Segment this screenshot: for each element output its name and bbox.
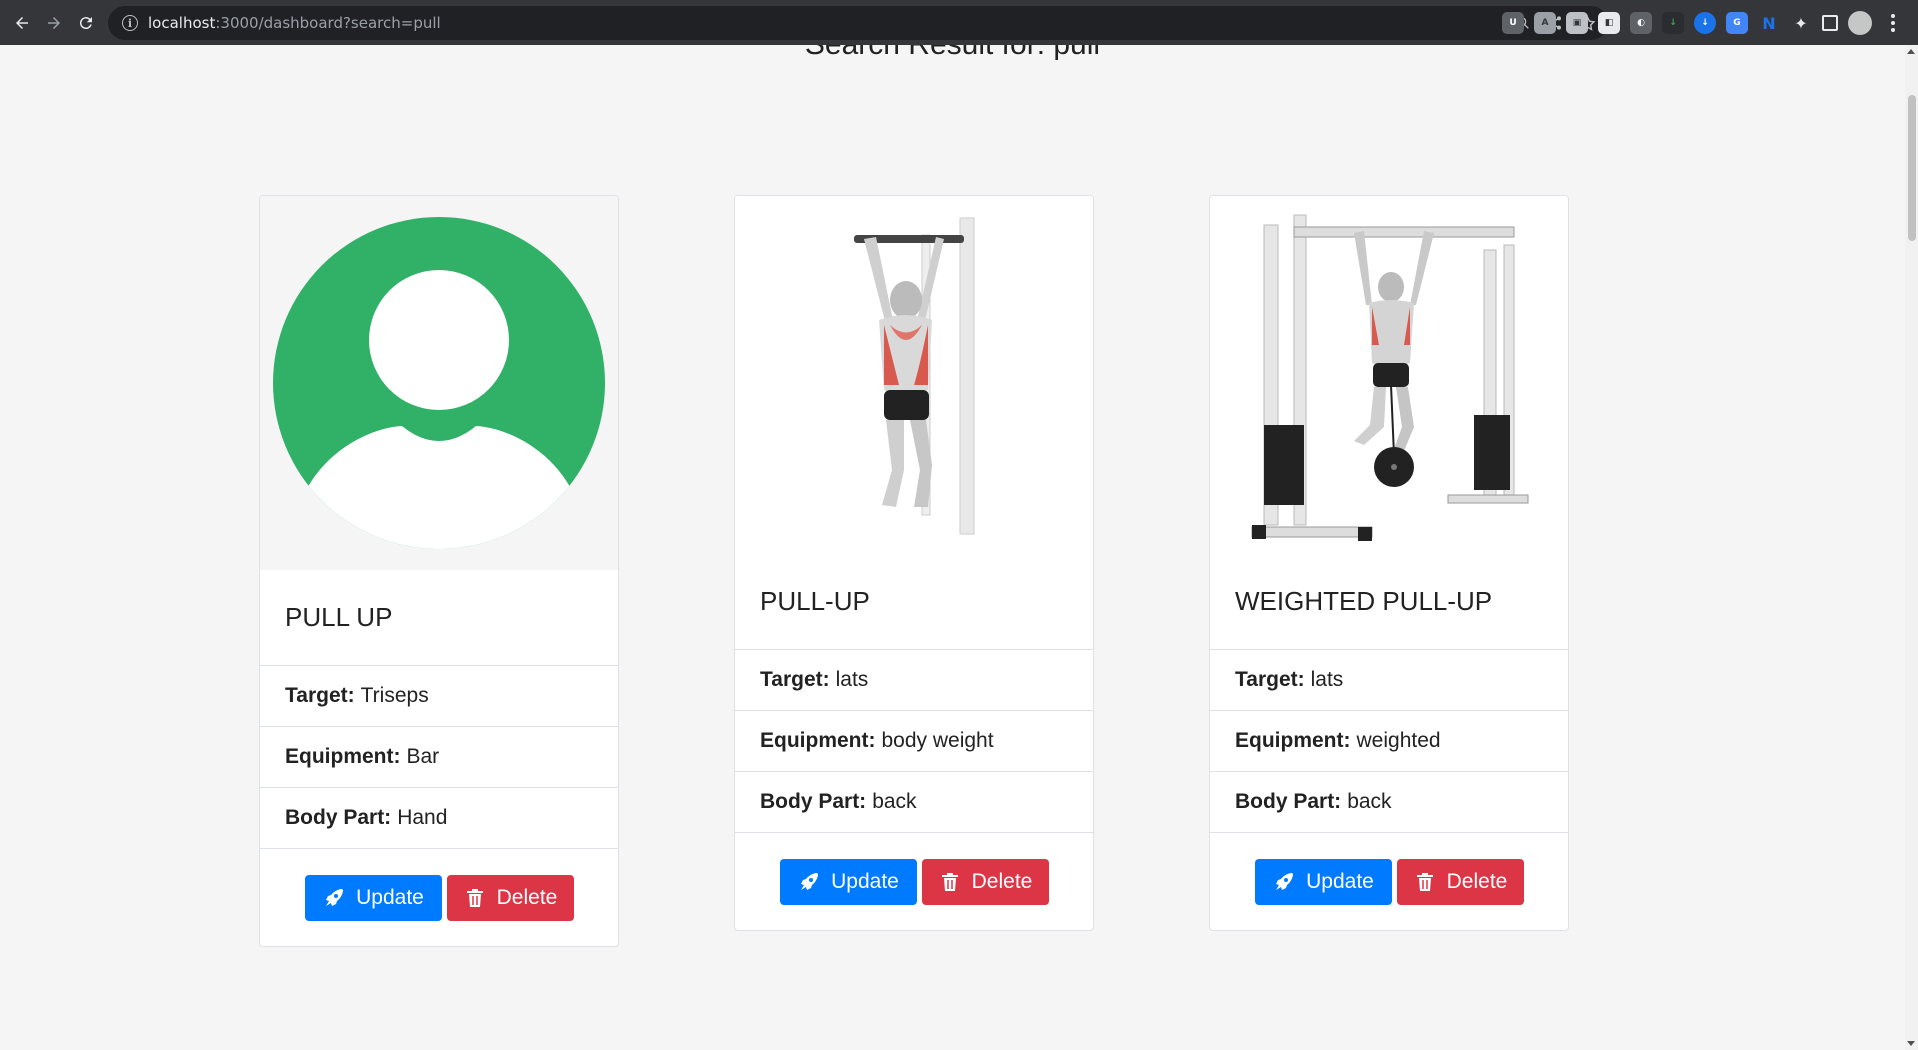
body-part-row: Body Part: Hand bbox=[260, 788, 618, 849]
update-label: Update bbox=[831, 869, 899, 893]
delete-button[interactable]: Delete bbox=[921, 858, 1049, 905]
page-content: Search Result for: pull PULL UP Target:T… bbox=[0, 45, 1918, 1050]
equipment-row: Equipment: weighted bbox=[1210, 711, 1568, 772]
target-label: Target: bbox=[1235, 668, 1305, 691]
pull-up-illustration bbox=[854, 217, 975, 535]
pen-icon bbox=[1276, 872, 1294, 890]
update-label: Update bbox=[1306, 869, 1374, 893]
target-value: lats bbox=[1310, 668, 1344, 691]
delete-button[interactable]: Delete bbox=[1396, 858, 1524, 905]
page-title: Search Result for: pull bbox=[0, 45, 1905, 62]
browser-toolbar: i localhost:3000/dashboard?search=pull U… bbox=[0, 0, 1918, 45]
target-value: lats bbox=[835, 668, 869, 691]
card-image bbox=[260, 196, 618, 570]
download-extension-icon[interactable]: ↓ bbox=[1662, 12, 1684, 34]
equipment-label: Equipment: bbox=[285, 745, 401, 768]
card-image bbox=[735, 196, 1093, 554]
update-button[interactable]: Update bbox=[1254, 858, 1392, 905]
forward-icon[interactable] bbox=[38, 7, 70, 39]
body-part-value: back bbox=[1347, 790, 1392, 813]
card-actions: Update Delete bbox=[260, 849, 618, 946]
pen-icon bbox=[801, 872, 819, 890]
download-manager-icon[interactable]: ↓ bbox=[1694, 12, 1716, 34]
delete-label: Delete bbox=[971, 869, 1033, 893]
trash-icon bbox=[941, 872, 958, 891]
body-part-value: Hand bbox=[397, 806, 448, 829]
url-host: localhost bbox=[148, 14, 216, 32]
update-button[interactable]: Update bbox=[779, 858, 917, 905]
exercise-card: PULL-UP Target: lats Equipment: body weigh… bbox=[734, 195, 1094, 931]
pen-icon bbox=[326, 888, 344, 906]
card-title: WEIGHTED PULL-UP bbox=[1210, 554, 1568, 650]
adblock-extension-icon[interactable]: A bbox=[1534, 12, 1556, 34]
trash-icon bbox=[466, 888, 483, 907]
scroll-up-arrow[interactable] bbox=[1907, 49, 1915, 54]
card-actions: Update Delete bbox=[735, 833, 1093, 930]
equipment-row: Equipment: body weight bbox=[735, 711, 1093, 772]
scroll-down-arrow[interactable] bbox=[1907, 1041, 1915, 1046]
body-part-label: Body Part: bbox=[285, 806, 392, 829]
back-icon[interactable] bbox=[6, 7, 38, 39]
target-label: Target: bbox=[760, 668, 830, 691]
card-title: PULL-UP bbox=[735, 554, 1093, 650]
equipment-row: Equipment: Bar bbox=[260, 727, 618, 788]
equipment-value: body weight bbox=[881, 729, 994, 752]
extension-icon[interactable]: ◐ bbox=[1630, 12, 1652, 34]
delete-button[interactable]: Delete bbox=[446, 874, 574, 921]
target-label: Target: bbox=[285, 684, 355, 707]
address-bar[interactable]: i localhost:3000/dashboard?search=pull bbox=[108, 6, 1608, 40]
exercise-card: WEIGHTED PULL-UP Target: lats Equipment: w… bbox=[1209, 195, 1569, 931]
vertical-scrollbar[interactable] bbox=[1905, 45, 1918, 1050]
delete-label: Delete bbox=[1446, 869, 1508, 893]
target-value: Triseps bbox=[360, 684, 429, 707]
url-path: :3000/dashboard?search=pull bbox=[215, 14, 441, 32]
equipment-value: weighted bbox=[1356, 729, 1441, 752]
equipment-label: Equipment: bbox=[760, 729, 876, 752]
card-title: PULL UP bbox=[260, 570, 618, 666]
translate-extension-icon[interactable]: G bbox=[1726, 12, 1748, 34]
card-actions: Update Delete bbox=[1210, 833, 1568, 930]
update-label: Update bbox=[356, 885, 424, 909]
trash-icon bbox=[1416, 872, 1433, 891]
body-part-row: Body Part: back bbox=[735, 772, 1093, 833]
target-row: Target: lats bbox=[1210, 650, 1568, 711]
side-panel-icon[interactable] bbox=[1822, 15, 1838, 31]
update-button[interactable]: Update bbox=[304, 874, 442, 921]
body-part-label: Body Part: bbox=[760, 790, 867, 813]
target-row: Target: lats bbox=[735, 650, 1093, 711]
weighted-pull-up-illustration bbox=[1251, 214, 1529, 541]
target-row: Target: Triseps bbox=[260, 666, 618, 727]
equipment-label: Equipment: bbox=[1235, 729, 1351, 752]
reload-icon[interactable] bbox=[70, 7, 102, 39]
card-image bbox=[1210, 196, 1568, 554]
extension-icon[interactable]: ▣ bbox=[1566, 12, 1588, 34]
body-part-label: Body Part: bbox=[1235, 790, 1342, 813]
scroll-thumb[interactable] bbox=[1908, 95, 1916, 241]
site-info-icon[interactable]: i bbox=[122, 15, 138, 31]
avatar-placeholder-icon bbox=[273, 217, 605, 549]
exercise-card: PULL UP Target: Triseps Equipment: Bar Bod… bbox=[259, 195, 619, 947]
puzzle-icon[interactable]: ✦ bbox=[1790, 12, 1812, 34]
body-part-value: back bbox=[872, 790, 917, 813]
body-part-row: Body Part: back bbox=[1210, 772, 1568, 833]
equipment-value: Bar bbox=[406, 745, 440, 768]
delete-label: Delete bbox=[496, 885, 558, 909]
extension-icon[interactable]: N bbox=[1758, 12, 1780, 34]
menu-icon[interactable] bbox=[1882, 12, 1904, 34]
ublock-extension-icon[interactable]: U bbox=[1502, 12, 1524, 34]
extension-icon[interactable]: ◧ bbox=[1598, 12, 1620, 34]
profile-avatar[interactable] bbox=[1848, 11, 1872, 35]
